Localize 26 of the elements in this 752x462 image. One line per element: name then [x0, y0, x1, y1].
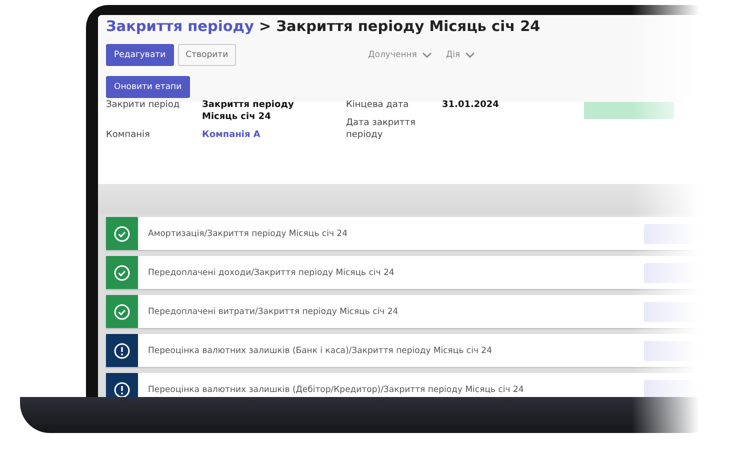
stage-name: Переоцінка валютних залишків (Дебітор/Кредитор)/Закриття періоду Місяць січ 24 — [147, 384, 525, 394]
field-label: Дата закриття періоду — [346, 117, 416, 141]
chevron-down-icon — [422, 52, 432, 58]
field-value: 31.01.2024 — [442, 99, 500, 111]
check-circle-icon — [114, 264, 130, 280]
field-value: Закриття періоду Місяць січ 24 — [202, 99, 295, 123]
exclamation-circle-icon — [114, 342, 130, 358]
chevron-down-icon — [465, 52, 476, 58]
stage-name: Передоплачені доходи/Закриття періоду Місяць січ 24 — [147, 268, 396, 278]
dropdown-menu[interactable]: Дія — [446, 50, 476, 60]
field-link[interactable]: Компанія А — [202, 129, 302, 141]
dropdown-menu[interactable]: Долучення — [368, 50, 432, 60]
stage-name: Амортизація/Закриття періоду Місяць січ 24 — [147, 228, 348, 238]
edit-button[interactable]: Редагувати — [106, 44, 174, 66]
breadcrumb-link[interactable]: Закриття періоду — [106, 19, 254, 35]
page-title: Закриття періоду Місяць січ 24 — [276, 19, 540, 35]
field-label: Компанія — [106, 129, 151, 141]
create-button[interactable]: Створити — [178, 44, 236, 66]
stage-name: Переоцінка валютних залишків (Банк і каса)/Закриття періоду Місяць січ 24 — [147, 346, 493, 356]
check-circle-icon — [114, 226, 130, 242]
stage-name: Передоплачені витрати/Закриття періоду Місяць січ 24 — [147, 306, 400, 316]
check-circle-icon — [114, 304, 130, 320]
breadcrumb-separator: > — [259, 19, 272, 35]
field-label: Кінцева дата — [346, 99, 410, 111]
field-label: Закрити період — [106, 99, 181, 112]
update-stages-button[interactable]: Оновити етапи — [106, 76, 190, 98]
